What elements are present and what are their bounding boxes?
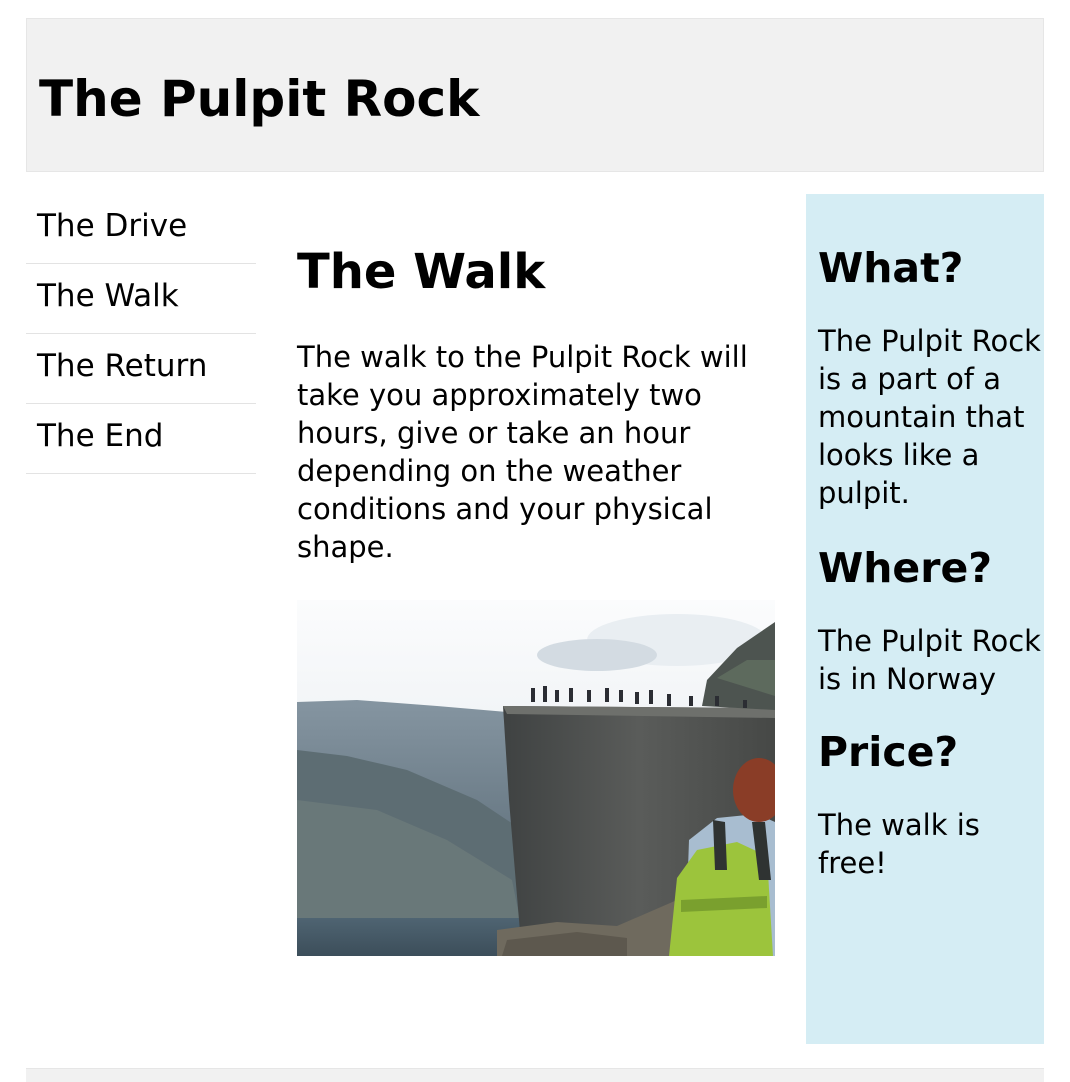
main-heading: The Walk [297, 244, 546, 300]
menu-item-the-return[interactable]: The Return [26, 334, 256, 404]
what-heading: What? [818, 244, 964, 292]
info-sidebar: What? The Pulpit Rock is a part of a mou… [806, 194, 1044, 1044]
price-heading: Price? [818, 728, 959, 776]
main-paragraph: The walk to the Pulpit Rock will take yo… [297, 340, 748, 564]
page-header: The Pulpit Rock [26, 18, 1044, 172]
what-text: The Pulpit Rock is a part of a mountain … [818, 324, 1041, 510]
main-content: The Walk The walk to the Pulpit Rock wil… [297, 236, 777, 566]
menu-item-the-end[interactable]: The End [26, 404, 256, 474]
page-title: The Pulpit Rock [39, 70, 480, 128]
price-text: The walk is free! [818, 808, 980, 880]
where-heading: Where? [818, 544, 993, 592]
menu-item-the-walk[interactable]: The Walk [26, 264, 256, 334]
where-text: The Pulpit Rock is in Norway [818, 624, 1041, 696]
pulpit-rock-photo [297, 600, 775, 956]
page-footer [26, 1068, 1044, 1082]
menu-item-the-drive[interactable]: The Drive [26, 194, 256, 264]
side-menu: The Drive The Walk The Return The End [26, 194, 256, 474]
